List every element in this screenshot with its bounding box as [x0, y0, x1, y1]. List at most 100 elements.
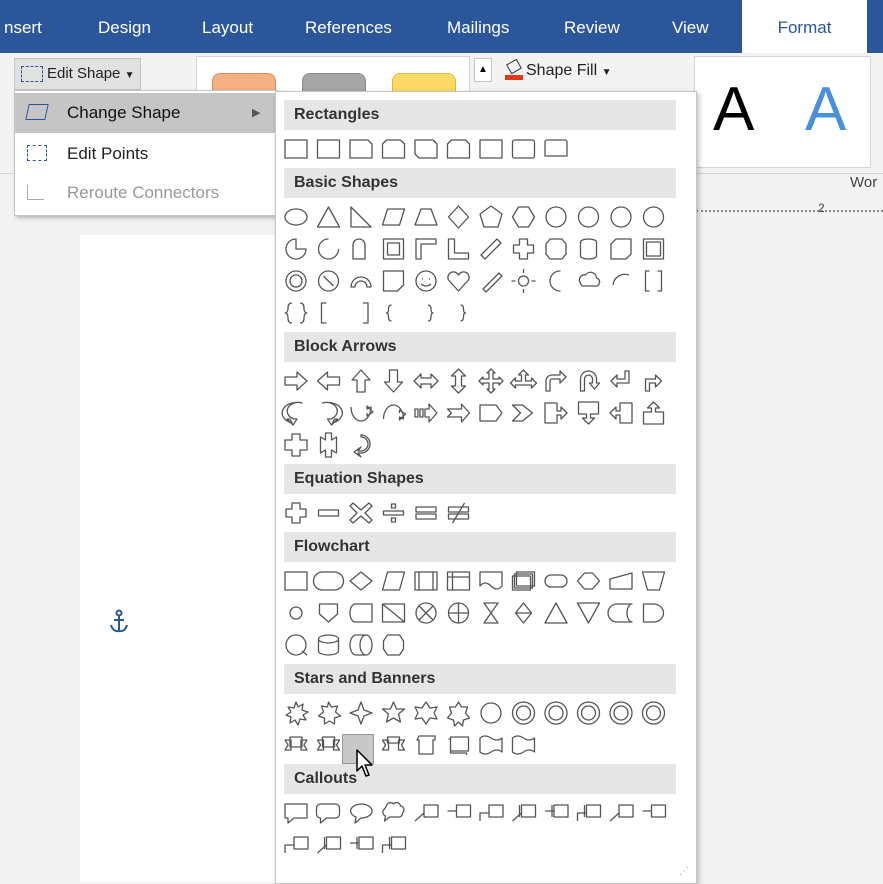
shape-option-icon[interactable]: [545, 206, 567, 228]
shape-option-icon[interactable]: [284, 208, 308, 226]
shape-option-icon[interactable]: [351, 369, 371, 393]
shape-option-icon[interactable]: [349, 139, 373, 159]
shape-option-icon[interactable]: [415, 602, 437, 624]
shape-option-icon[interactable]: [642, 401, 665, 425]
shape-option-icon[interactable]: [514, 602, 533, 624]
shape-option-icon[interactable]: [609, 572, 633, 590]
shape-option-icon[interactable]: [381, 571, 406, 591]
shape-option-icon[interactable]: [480, 238, 502, 260]
shape-option-icon[interactable]: [349, 701, 373, 725]
shape-option-icon[interactable]: [642, 238, 665, 260]
shape-option-icon[interactable]: [450, 368, 467, 394]
shape-option-icon[interactable]: [610, 238, 632, 260]
shape-option-icon[interactable]: [382, 238, 405, 260]
shape-option-icon[interactable]: [414, 701, 438, 725]
shape-option-icon[interactable]: [381, 139, 406, 159]
shape-option-icon[interactable]: [416, 735, 436, 755]
shape-option-icon[interactable]: [381, 736, 406, 751]
shape-option-icon[interactable]: [318, 603, 339, 623]
shape-option-icon[interactable]: [447, 238, 470, 260]
shape-option-icon[interactable]: [415, 238, 437, 260]
tab-review[interactable]: Review: [564, 0, 620, 53]
shape-option-icon[interactable]: [549, 270, 561, 292]
shape-option-icon[interactable]: [576, 602, 601, 624]
tab-references[interactable]: References: [305, 0, 392, 53]
tab-insert[interactable]: nsert: [4, 0, 42, 53]
shape-option-icon[interactable]: [427, 304, 434, 322]
shape-option-icon[interactable]: [446, 701, 471, 727]
shape-option-icon[interactable]: [289, 606, 303, 620]
edit-shape-button[interactable]: Edit Shape ▼: [14, 58, 142, 90]
shape-option-icon[interactable]: [315, 803, 341, 824]
shape-option-icon[interactable]: [511, 206, 536, 228]
shape-option-icon[interactable]: [482, 272, 503, 293]
shape-option-icon[interactable]: [382, 801, 405, 822]
shape-option-icon[interactable]: [284, 139, 308, 159]
shape-option-icon[interactable]: [610, 370, 630, 388]
shape-option-icon[interactable]: [414, 403, 438, 423]
shape-option-icon[interactable]: [382, 270, 405, 292]
shape-option-icon[interactable]: [349, 571, 373, 591]
shape-option-icon[interactable]: [511, 571, 536, 591]
shape-option-icon[interactable]: [576, 804, 602, 821]
shape-option-icon[interactable]: [447, 502, 470, 524]
resize-grip-icon[interactable]: ⋰: [679, 866, 689, 877]
shape-option-icon[interactable]: [610, 206, 632, 228]
shape-option-icon[interactable]: [512, 238, 535, 260]
shape-option-icon[interactable]: [579, 370, 601, 392]
shape-option-icon[interactable]: [415, 506, 437, 520]
tab-design[interactable]: Design: [98, 0, 151, 53]
shape-option-icon[interactable]: [320, 302, 327, 324]
shape-option-icon[interactable]: [382, 503, 405, 523]
shape-option-icon[interactable]: [285, 701, 309, 726]
tab-layout[interactable]: Layout: [202, 0, 253, 53]
shape-option-icon[interactable]: [448, 736, 470, 755]
shape-option-icon[interactable]: [544, 139, 568, 157]
shape-option-icon[interactable]: [382, 634, 405, 656]
shape-option-icon[interactable]: [577, 206, 600, 228]
shape-option-icon[interactable]: [381, 603, 406, 623]
shape-option-icon[interactable]: [284, 803, 308, 824]
shape-option-icon[interactable]: [317, 270, 340, 292]
shape-option-icon[interactable]: [285, 634, 308, 656]
shape-option-icon[interactable]: [609, 804, 634, 822]
shape-option-icon[interactable]: [316, 206, 341, 228]
shape-option-icon[interactable]: [578, 271, 601, 287]
shape-option-icon[interactable]: [447, 271, 470, 292]
shape-option-icon[interactable]: [317, 238, 340, 260]
shape-option-icon[interactable]: [352, 238, 366, 260]
shape-option-icon[interactable]: [479, 735, 503, 755]
shape-option-icon[interactable]: [281, 401, 303, 426]
shape-option-icon[interactable]: [644, 374, 663, 392]
tab-view[interactable]: View: [672, 0, 709, 53]
shape-option-icon[interactable]: [511, 269, 536, 293]
shape-option-icon[interactable]: [479, 404, 503, 422]
shape-option-icon[interactable]: [381, 836, 407, 853]
shape-option-icon[interactable]: [641, 571, 666, 591]
shape-option-icon[interactable]: [349, 634, 373, 656]
shape-option-icon[interactable]: [285, 502, 307, 524]
shape-option-icon[interactable]: [577, 401, 600, 425]
shape-option-icon[interactable]: [414, 139, 438, 159]
shape-option-icon[interactable]: [512, 804, 537, 822]
shape-option-icon[interactable]: [479, 139, 503, 159]
shape-option-icon[interactable]: [576, 572, 601, 590]
shape-option-icon[interactable]: [644, 270, 663, 292]
shape-option-icon[interactable]: [415, 270, 437, 292]
shape-option-icon[interactable]: [316, 139, 341, 159]
shape-option-icon[interactable]: [353, 434, 371, 458]
shape-option-icon[interactable]: [545, 804, 569, 818]
shape-option-icon[interactable]: [478, 368, 504, 394]
shape-option-icon[interactable]: [544, 701, 568, 725]
shape-option-icon[interactable]: [479, 804, 504, 821]
shape-option-icon[interactable]: [284, 571, 308, 591]
shape-option-icon[interactable]: [414, 208, 438, 226]
shape-option-icon[interactable]: [545, 370, 567, 392]
shape-option-icon[interactable]: [414, 804, 439, 822]
shape-option-icon[interactable]: [385, 304, 392, 322]
shape-option-icon[interactable]: [381, 208, 406, 226]
shape-option-icon[interactable]: [285, 238, 307, 260]
shape-option-icon[interactable]: [284, 433, 308, 457]
tab-format[interactable]: Format: [742, 0, 867, 53]
shape-option-icon[interactable]: [317, 634, 340, 656]
